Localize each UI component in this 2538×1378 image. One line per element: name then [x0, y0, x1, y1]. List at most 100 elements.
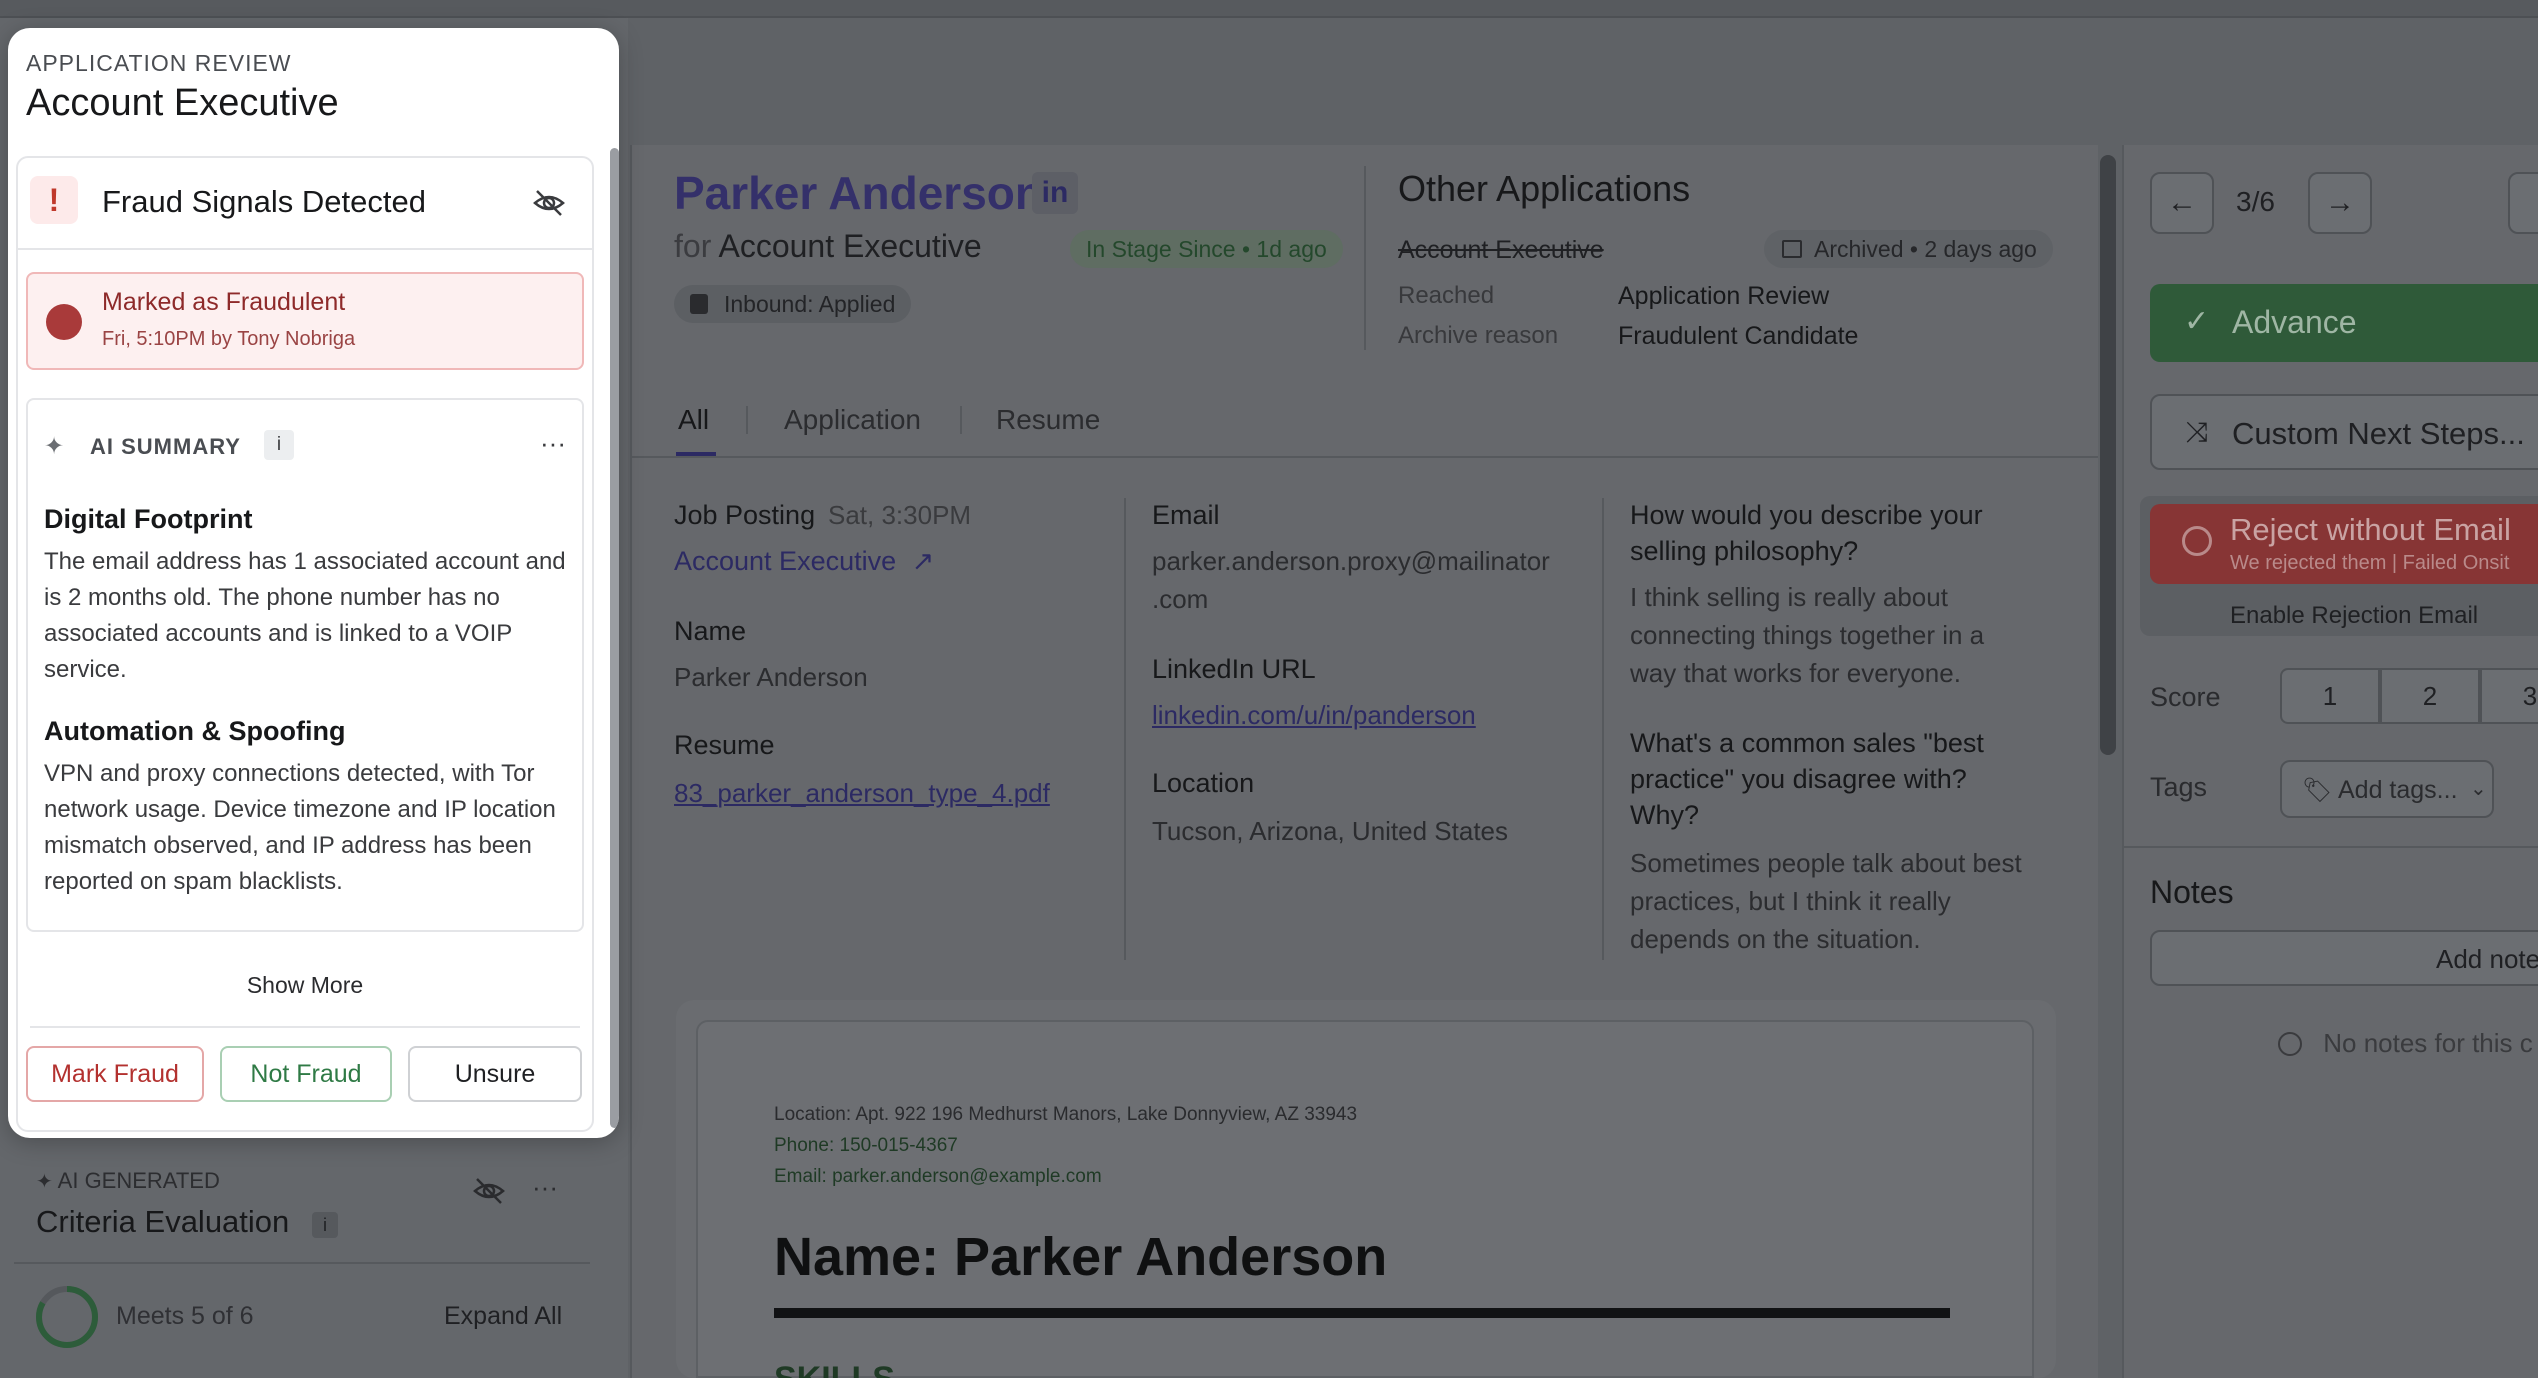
answer-2-line1: Sometimes people talk about best: [1630, 848, 2022, 878]
hide-eye-icon[interactable]: [532, 186, 566, 225]
mark-fraud-button[interactable]: Mark Fraud: [26, 1046, 204, 1102]
archive-reason-label: Archive reason: [1398, 322, 1559, 349]
email-value-line2: .com: [1152, 584, 1209, 614]
marked-fraud-alert: Marked as Fraudulent Fri, 5:10PM by Tony…: [26, 272, 584, 370]
top-bar: [0, 0, 2538, 18]
unsure-button[interactable]: Unsure: [408, 1046, 582, 1102]
hide-eye-icon[interactable]: [472, 1174, 506, 1213]
reached-label: Reached: [1398, 282, 1495, 309]
summary-more-icon[interactable]: ···: [540, 428, 566, 459]
name-value: Parker Anderson: [674, 662, 868, 692]
candidate-role-line: for Account Executive: [674, 228, 982, 264]
answer-1-line2: connecting things together in a: [1630, 620, 1985, 650]
criteria-meets: Meets 5 of 6: [116, 1302, 254, 1330]
score-label: Score: [2150, 682, 2221, 712]
panel-eyebrow: APPLICATION REVIEW: [26, 50, 292, 76]
section-line: is 2 months old. The phone number has no: [44, 584, 500, 611]
panel-title: Account Executive: [26, 82, 339, 124]
job-posting-link[interactable]: Account Executive ↗: [674, 546, 934, 577]
resume-location: Location: Apt. 922 196 Medhurst Manors, …: [774, 1104, 1358, 1125]
tag-icon: 🏷: [2302, 777, 2333, 804]
tab-all[interactable]: All: [678, 404, 709, 436]
answer-1-line3: way that works for everyone.: [1630, 658, 1961, 688]
enable-rejection-email-button[interactable]: Enable Rejection Email: [2230, 602, 2478, 630]
criteria-info-icon[interactable]: i: [312, 1212, 338, 1238]
resume-file-link[interactable]: 83_parker_anderson_type_4.pdf: [674, 778, 1050, 809]
section-line: VPN and proxy connections detected, with…: [44, 760, 535, 787]
more-nav-button[interactable]: [2508, 172, 2538, 234]
reached-value: Application Review: [1618, 282, 1830, 310]
resume-section: SKILLS: [774, 1360, 895, 1378]
archived-badge: Archived • 2 days ago: [1764, 230, 2053, 268]
job-posting-label: Job Posting: [674, 500, 816, 530]
criteria-title: Criteria Evaluation: [36, 1204, 290, 1239]
add-tags-dropdown[interactable]: 🏷 Add tags... ⌄: [2280, 760, 2494, 818]
location-label: Location: [1152, 768, 1255, 798]
marked-meta: Fri, 5:10PM by Tony Nobriga: [102, 328, 356, 350]
reject-button[interactable]: Reject without Email We rejected them | …: [2150, 504, 2538, 584]
score-1-button[interactable]: 1: [2280, 668, 2380, 724]
marked-title: Marked as Fraudulent: [102, 288, 346, 316]
resume-heading: Name: Parker Anderson: [774, 1227, 1388, 1287]
stage-badge: In Stage Since • 1d ago: [1070, 230, 1343, 268]
section-line: network usage. Device timezone and IP lo…: [44, 796, 556, 823]
resume-divider: [774, 1308, 1950, 1318]
email-label: Email: [1152, 500, 1220, 530]
prev-arrow-icon[interactable]: ←: [2150, 172, 2214, 234]
custom-next-steps-button[interactable]: ⤨ Custom Next Steps...: [2150, 394, 2538, 470]
linkedin-icon[interactable]: in: [1032, 172, 1078, 214]
document-icon: [690, 294, 708, 314]
job-posting-date: Sat, 3:30PM: [828, 500, 972, 530]
tab-application[interactable]: Application: [784, 404, 921, 436]
external-link-icon: ↗: [911, 546, 935, 576]
panel-scrollbar[interactable]: [610, 148, 619, 1128]
notes-title: Notes: [2150, 874, 2234, 910]
section-line: mismatch observed, and IP address has be…: [44, 832, 532, 859]
answer-2-line3: depends on the situation.: [1630, 924, 1921, 954]
question-2-line1: What's a common sales "best: [1630, 728, 1984, 758]
not-fraud-button[interactable]: Not Fraud: [220, 1046, 392, 1102]
section-line: associated accounts and is linked to a V…: [44, 620, 513, 647]
progress-ring: [34, 1284, 100, 1355]
check-icon: ✓: [2184, 305, 2210, 338]
add-note-button[interactable]: Add note: [2150, 930, 2538, 986]
answer-1-line1: I think selling is really about: [1630, 582, 1948, 612]
expand-all-button[interactable]: Expand All: [444, 1302, 562, 1331]
resume-page: [696, 1020, 2034, 1378]
answer-2-line2: practices, but I think it really: [1630, 886, 1951, 916]
advance-button[interactable]: ✓ Advance: [2150, 284, 2538, 362]
ai-summary-card: ✦ AI SUMMARY i ··· Digital Footprint The…: [26, 398, 584, 932]
center-scrollbar[interactable]: [2100, 155, 2116, 755]
archive-icon: [1782, 240, 1802, 258]
location-value: Tucson, Arizona, United States: [1152, 816, 1509, 846]
score-3-button[interactable]: 3: [2480, 668, 2538, 724]
resume-phone: Phone: 150-015-4367: [774, 1135, 958, 1156]
question-1-line2: selling philosophy?: [1630, 536, 1859, 566]
fraud-title: Fraud Signals Detected: [102, 184, 426, 219]
tab-resume[interactable]: Resume: [996, 404, 1100, 436]
question-2-line2: practice" you disagree with?: [1630, 764, 1967, 794]
other-apps-title: Other Applications: [1398, 168, 1691, 209]
section-heading: Digital Footprint: [44, 504, 253, 534]
next-arrow-icon[interactable]: →: [2308, 172, 2372, 234]
show-more-button[interactable]: Show More: [18, 972, 592, 999]
user-flag-icon: [46, 304, 82, 340]
empty-circle-icon: [2278, 1032, 2302, 1056]
chevron-down-icon: ⌄: [2470, 778, 2487, 800]
criteria-more-icon[interactable]: ···: [532, 1172, 558, 1203]
candidate-name: Parker Anderson: [674, 167, 1043, 219]
email-value-line1: parker.anderson.proxy@mailinator: [1152, 546, 1550, 576]
info-icon[interactable]: i: [264, 430, 294, 460]
other-app-role[interactable]: Account Executive: [1398, 236, 1604, 265]
resume-email: Email: parker.anderson@example.com: [774, 1166, 1102, 1187]
branch-icon: ⤨: [2186, 416, 2209, 447]
linkedin-link[interactable]: linkedin.com/u/in/panderson: [1152, 700, 1476, 731]
question-2-line3: Why?: [1630, 800, 1700, 830]
fraud-card: ! Fraud Signals Detected Marked as Fraud…: [16, 156, 594, 1132]
linkedin-label: LinkedIn URL: [1152, 654, 1316, 684]
section-heading: Automation & Spoofing: [44, 716, 346, 746]
tags-label: Tags: [2150, 772, 2208, 802]
ban-icon: [2182, 526, 2212, 556]
score-2-button[interactable]: 2: [2380, 668, 2480, 724]
question-1-line1: How would you describe your: [1630, 500, 1983, 530]
